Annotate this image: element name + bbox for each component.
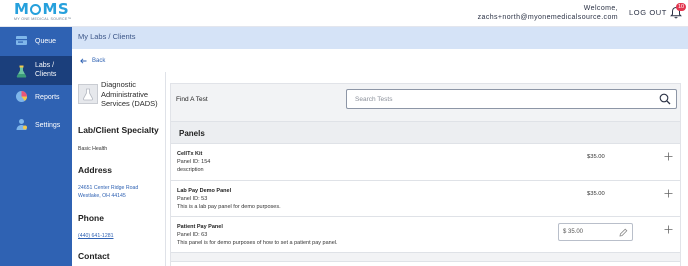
client-avatar <box>78 84 98 104</box>
arrow-left-icon <box>80 58 87 64</box>
sidebar-item-labs-clients[interactable]: Labs / Clients <box>0 56 72 85</box>
pie-chart-icon <box>16 91 27 102</box>
phone-link[interactable]: (440) 641-1281 <box>78 232 113 240</box>
panel-id: Panel ID: 154 <box>177 159 211 165</box>
panel-name: Lab Pay Demo Panel <box>177 188 232 194</box>
search-input[interactable]: Search Tests <box>346 89 677 109</box>
panel-description: This panel is for demo purposes of how t… <box>177 240 338 246</box>
table-row[interactable]: Lab Pay Demo Panel Panel ID: 53 This is … <box>171 181 680 217</box>
top-header: M MS MY ONE MEDICAL SOURCE™ Welcome, zach… <box>0 0 688 27</box>
panels-title: Panels <box>179 129 205 138</box>
plus-icon[interactable] <box>664 225 673 234</box>
phone-title: Phone <box>78 213 104 223</box>
panel-price: $35.00 <box>587 191 605 197</box>
welcome-block: Welcome, zachs+north@myonemedicalsource.… <box>478 4 618 22</box>
logo-subtitle: MY ONE MEDICAL SOURCE™ <box>14 17 72 21</box>
sidebar-item-label: Settings <box>35 122 61 129</box>
flask-icon <box>16 65 27 78</box>
sidebar-item-label: Reports <box>35 94 60 101</box>
table-row[interactable]: Patient Pay Panel Panel ID: 63 This pane… <box>171 217 680 253</box>
address-title: Address <box>78 165 113 175</box>
panel-description: This is a lab pay panel for demo purpose… <box>177 204 281 210</box>
welcome-label: Welcome, <box>583 5 618 12</box>
notification-badge: 10 <box>676 3 686 11</box>
column-divider <box>165 72 166 266</box>
queue-icon <box>16 36 27 45</box>
user-email: zachs+north@myonemedicalsource.com <box>477 14 618 21</box>
logo-wordmark: M MS <box>14 0 70 18</box>
specialty-value: Basic Health <box>78 146 108 152</box>
contact-title: Contact <box>78 251 110 261</box>
search-placeholder: Search Tests <box>355 96 393 103</box>
plus-icon[interactable] <box>664 189 673 198</box>
sidebar-item-queue[interactable]: Queue <box>0 27 72 56</box>
breadcrumb[interactable]: My Labs / Clients <box>78 32 136 41</box>
search-icon[interactable] <box>659 93 671 105</box>
panel-name: Patient Pay Panel <box>177 224 223 230</box>
find-test-label: Find A Test <box>176 96 208 103</box>
panel-description: description <box>177 167 204 173</box>
price-input[interactable]: $ 35.00 <box>558 223 633 241</box>
plus-icon[interactable] <box>664 152 673 161</box>
sidebar-item-label: Labs / Clients <box>35 62 57 78</box>
logout-button[interactable]: LOG OUT <box>629 8 667 17</box>
panel-price: $35.00 <box>587 154 605 160</box>
panel-id: Panel ID: 53 <box>177 196 208 202</box>
pencil-icon[interactable] <box>619 228 628 237</box>
next-row-partial <box>171 261 680 266</box>
breadcrumb-bar: My Labs / Clients <box>72 27 688 49</box>
price-input-value: $ 35.00 <box>563 229 584 235</box>
client-name: Diagnostic Administrative Services (DADS… <box>101 80 158 108</box>
sidebar: Queue Labs / Clients Reports Settings <box>0 27 72 266</box>
sidebar-item-reports[interactable]: Reports <box>0 83 72 112</box>
back-label: Back <box>92 58 106 64</box>
table-row[interactable]: CellTx Kit Panel ID: 154 description $35… <box>171 144 680 181</box>
address-line1[interactable]: 24651 Center Ridge Road <box>78 184 138 192</box>
sidebar-item-label: Queue <box>35 38 57 45</box>
flask-icon <box>82 88 94 101</box>
back-link[interactable]: Back <box>80 58 105 64</box>
panels-header: Panels <box>171 121 680 144</box>
sidebar-item-settings[interactable]: Settings <box>0 111 72 140</box>
address-line2[interactable]: Westlake, OH 44145 <box>78 192 126 200</box>
panel-name: CellTx Kit <box>177 151 203 157</box>
moms-logo[interactable]: M MS MY ONE MEDICAL SOURCE™ <box>14 2 74 24</box>
panel-id: Panel ID: 63 <box>177 232 208 238</box>
specialty-title: Lab/Client Specialty <box>78 125 159 135</box>
settings-icon <box>16 119 27 130</box>
